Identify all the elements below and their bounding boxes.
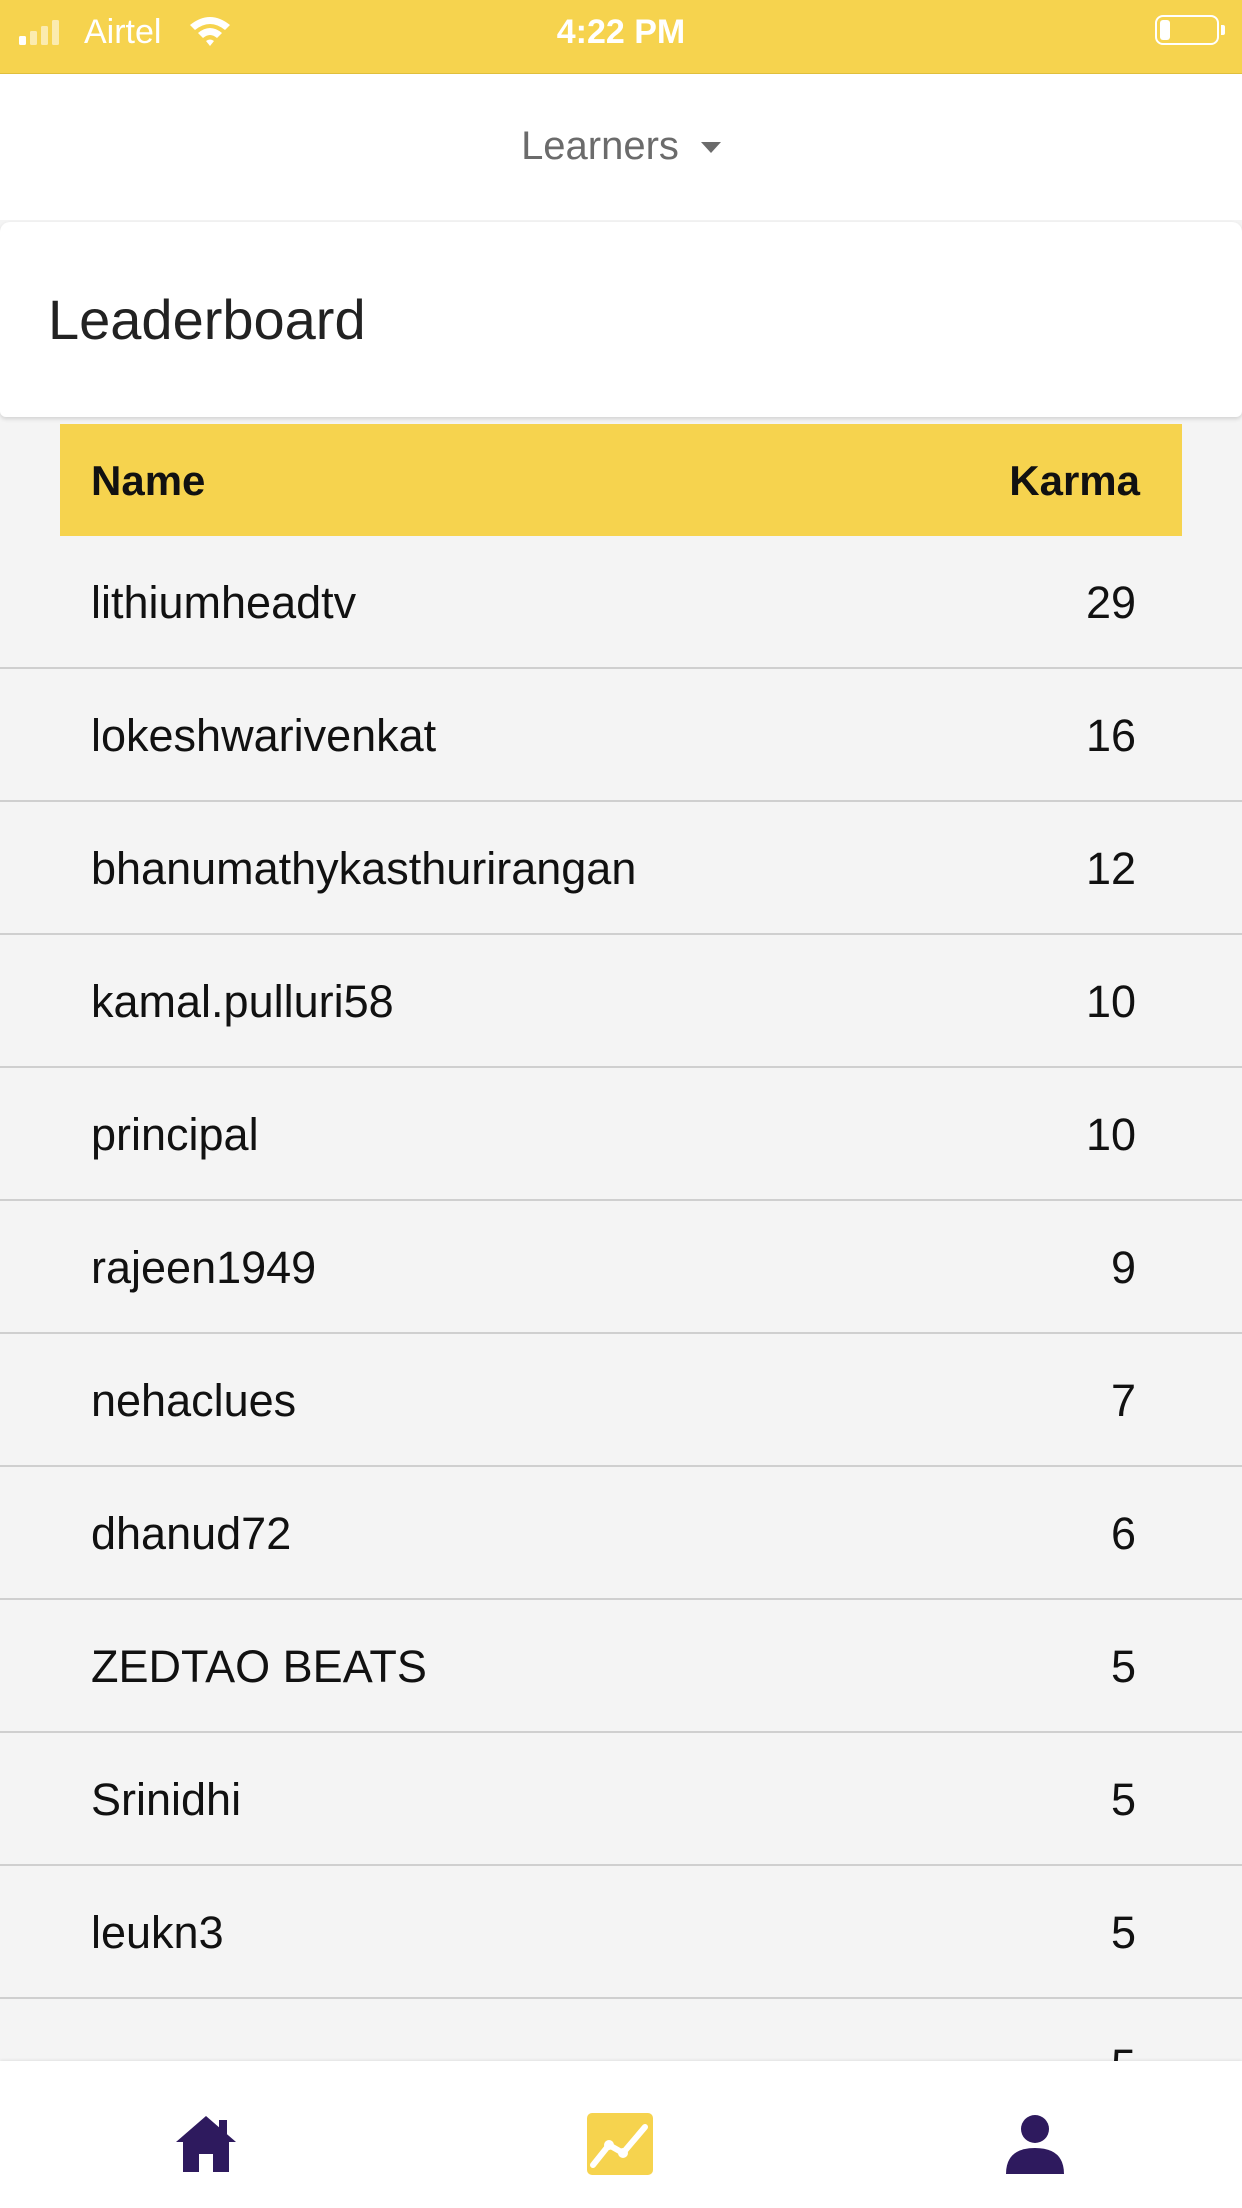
leaderboard-card: Leaderboard: [0, 222, 1242, 417]
row-name: dhanud72: [91, 1508, 292, 1559]
leaderboard-screen: Airtel 4:22 PM Learners Leaderboard Name…: [0, 0, 1242, 2208]
page-title: Leaderboard: [48, 288, 366, 351]
table-header: Name Karma: [60, 424, 1182, 536]
battery-icon: [1155, 15, 1225, 45]
row-name: bhanumathykasthurirangan: [91, 843, 637, 894]
table-row: dhanud72 6: [0, 1467, 1242, 1600]
table-row: Srinidhi 5: [0, 1733, 1242, 1866]
table-row: nehaclues 7: [0, 1334, 1242, 1467]
row-karma: 16: [1085, 710, 1136, 761]
column-header-name: Name: [91, 457, 206, 504]
chart-icon: [587, 2113, 653, 2175]
table-row: rajeen1949 9: [0, 1201, 1242, 1334]
row-name: ZEDTAO BEATS: [91, 1641, 427, 1692]
table-row: kamal.pulluri58 10: [0, 935, 1242, 1068]
row-karma: 9: [1110, 1242, 1136, 1293]
row-name: lokeshwarivenkat: [91, 710, 437, 761]
table-row: principal 10: [0, 1068, 1242, 1201]
learners-dropdown[interactable]: Learners: [0, 122, 1242, 170]
row-name: nehaclues: [91, 1375, 297, 1426]
status-bar: Airtel 4:22 PM: [0, 0, 1242, 74]
row-karma: 7: [1110, 1375, 1136, 1426]
row-karma: 6: [1110, 1508, 1136, 1559]
table-row: lithiumheadtv 29: [0, 536, 1242, 669]
table-row: leukn3 5: [0, 1866, 1242, 1999]
row-karma: 10: [1085, 976, 1136, 1027]
home-icon: [176, 2116, 236, 2172]
nav-profile-button[interactable]: [1000, 2109, 1070, 2179]
row-name: kamal.pulluri58: [91, 976, 394, 1027]
status-time: 4:22 PM: [556, 13, 686, 51]
row-karma: 5: [1110, 1907, 1136, 1958]
row-karma: 12: [1085, 843, 1136, 894]
nav-home-button[interactable]: [171, 2109, 241, 2179]
row-name: lithiumheadtv: [91, 577, 357, 628]
profile-icon: [1006, 2115, 1064, 2174]
row-karma: 5: [1110, 1774, 1136, 1825]
row-karma: 10: [1085, 1109, 1136, 1160]
caret-down-icon: [700, 141, 721, 153]
bottom-nav: [0, 2061, 1242, 2208]
row-karma: 5: [1110, 1641, 1136, 1692]
table-row: lokeshwarivenkat 16: [0, 669, 1242, 802]
row-name: principal: [91, 1109, 259, 1160]
top-header: Learners: [0, 74, 1242, 220]
nav-leaderboard-button[interactable]: [585, 2109, 655, 2179]
row-name: leukn3: [91, 1907, 224, 1958]
row-name: Srinidhi: [91, 1774, 242, 1825]
row-karma: 29: [1085, 577, 1136, 628]
dropdown-label: Learners: [521, 124, 679, 168]
column-header-karma: Karma: [1009, 457, 1140, 504]
row-name: rajeen1949: [91, 1242, 317, 1293]
leaderboard-list[interactable]: lithiumheadtv 29 lokeshwarivenkat 16 bha…: [0, 536, 1242, 2132]
table-row: bhanumathykasthurirangan 12: [0, 802, 1242, 935]
table-row: ZEDTAO BEATS 5: [0, 1600, 1242, 1733]
